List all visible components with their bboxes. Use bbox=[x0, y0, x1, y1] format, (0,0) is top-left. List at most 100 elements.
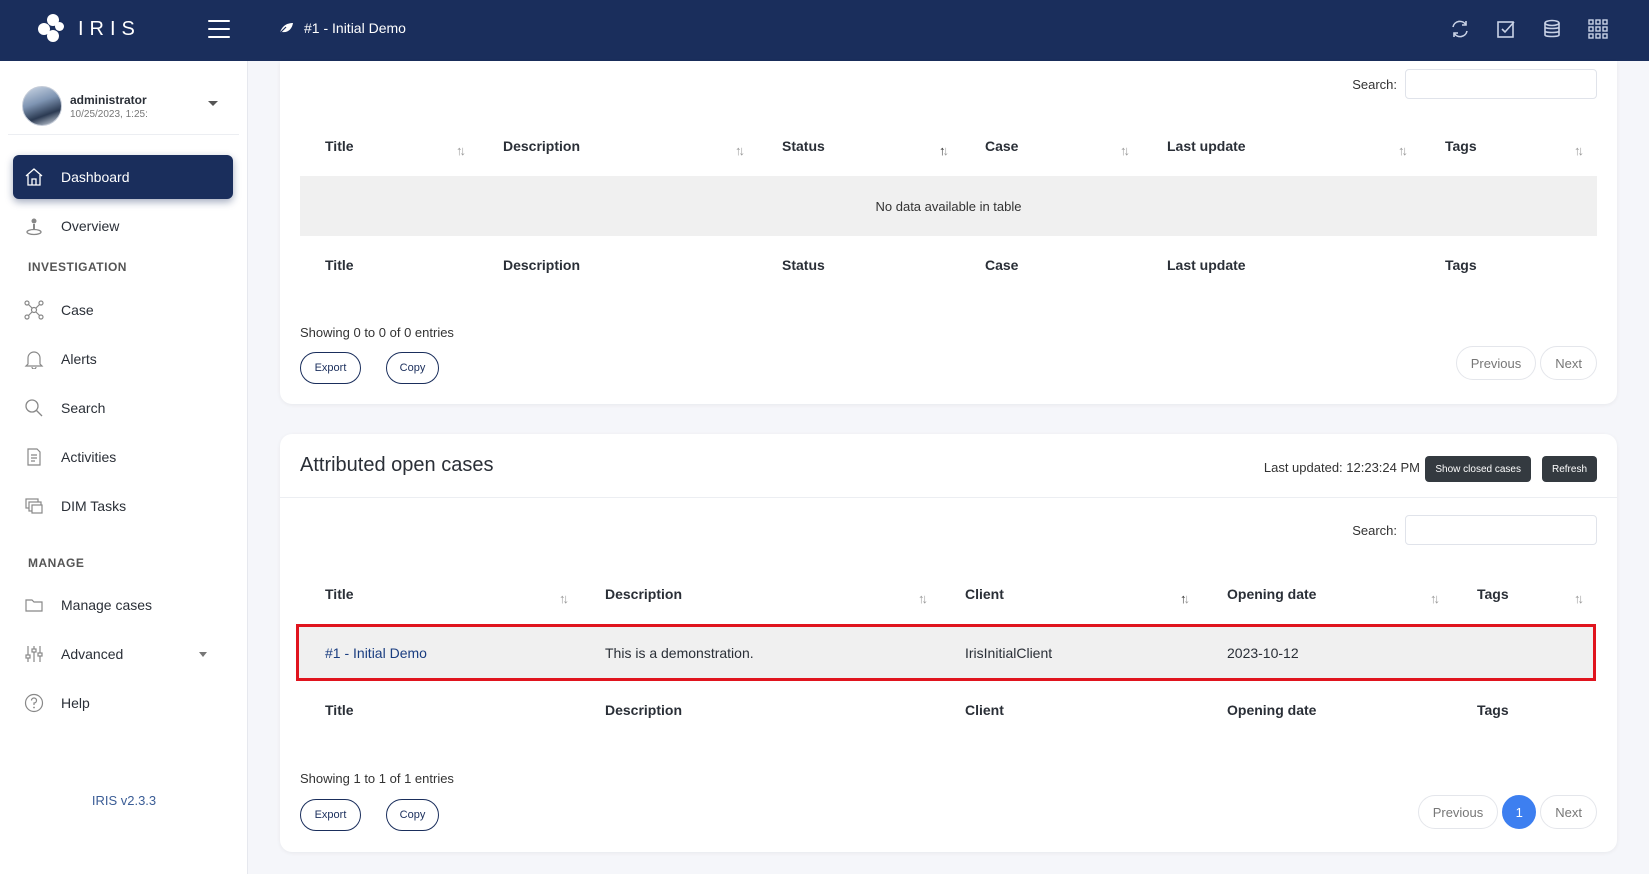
section-manage: MANAGE bbox=[28, 556, 85, 570]
open-cases-card: Attributed open cases Last updated: 12:2… bbox=[280, 434, 1617, 852]
column-footer-last-update: Last update bbox=[1167, 257, 1246, 273]
search-label: Search: bbox=[1352, 76, 1397, 92]
sidebar-item-manage-cases[interactable]: Manage cases bbox=[13, 583, 233, 627]
stack-icon bbox=[23, 495, 45, 517]
column-footer-tags: Tags bbox=[1477, 702, 1509, 718]
sidebar-item-label: Dashboard bbox=[61, 169, 130, 185]
copy-button[interactable]: Copy bbox=[386, 799, 439, 831]
column-header-last-update[interactable]: Last update bbox=[1167, 138, 1246, 154]
table-row[interactable] bbox=[296, 624, 1596, 681]
top-navbar: IRIS #1 - Initial Demo bbox=[0, 0, 1649, 61]
column-header-tags[interactable]: Tags bbox=[1445, 138, 1477, 154]
iris-logo[interactable]: IRIS bbox=[38, 14, 141, 44]
sidebar-item-label: DIM Tasks bbox=[61, 498, 127, 514]
logo-text: IRIS bbox=[78, 17, 141, 40]
case-description: This is a demonstration. bbox=[605, 645, 754, 661]
column-footer-description: Description bbox=[605, 702, 683, 718]
export-button[interactable]: Export bbox=[300, 799, 361, 831]
column-footer-case: Case bbox=[985, 257, 1019, 273]
sidebar-item-activities[interactable]: Activities bbox=[13, 435, 233, 479]
sidebar-item-case[interactable]: Case bbox=[13, 288, 233, 332]
sort-icon[interactable]: ↑↓ bbox=[456, 143, 466, 158]
sidebar-item-label: Overview bbox=[61, 218, 120, 234]
copy-button[interactable]: Copy bbox=[386, 352, 439, 384]
column-footer-title: Title bbox=[325, 702, 354, 718]
sort-icon[interactable]: ↑↓ bbox=[1574, 591, 1584, 606]
previous-page-button[interactable]: Previous bbox=[1455, 346, 1537, 380]
case-title-link[interactable]: #1 - Initial Demo bbox=[325, 645, 427, 661]
refresh-button[interactable]: Refresh bbox=[1541, 456, 1597, 482]
column-footer-client: Client bbox=[965, 702, 1004, 718]
search-input[interactable] bbox=[1405, 515, 1597, 545]
sidebar-item-label: Help bbox=[61, 695, 90, 711]
sidebar-item-label: Advanced bbox=[61, 646, 124, 662]
column-header-client[interactable]: Client bbox=[965, 586, 1004, 602]
search-input[interactable] bbox=[1405, 69, 1597, 99]
column-header-case[interactable]: Case bbox=[985, 138, 1018, 154]
column-header-opening-date[interactable]: Opening date bbox=[1227, 586, 1316, 602]
network-icon bbox=[23, 299, 45, 321]
next-page-button[interactable]: Next bbox=[1540, 795, 1597, 829]
previous-page-button[interactable]: Previous bbox=[1417, 795, 1499, 829]
apps-grid-icon[interactable] bbox=[1587, 18, 1609, 40]
sidebar-item-alerts[interactable]: Alerts bbox=[13, 337, 233, 381]
pagination: Previous 1 Next bbox=[1417, 795, 1597, 829]
sort-icon[interactable]: ↑↓ bbox=[559, 591, 569, 606]
last-updated-text: Last updated: 12:23:24 PM bbox=[1263, 460, 1420, 475]
sort-icon[interactable]: ↑↓ bbox=[1120, 143, 1130, 158]
page-1-button[interactable]: 1 bbox=[1502, 795, 1537, 829]
sidebar-item-search[interactable]: Search bbox=[13, 386, 233, 430]
menu-toggle-icon[interactable] bbox=[208, 20, 230, 38]
case-opening-date: 2023-10-12 bbox=[1227, 645, 1299, 661]
user-datetime: 10/25/2023, 1:25: bbox=[70, 108, 148, 120]
bell-icon bbox=[23, 348, 45, 370]
sidebar-item-dashboard[interactable]: Dashboard bbox=[13, 155, 233, 199]
logo-icon bbox=[38, 14, 68, 44]
sort-icon[interactable]: ↑↓ bbox=[1574, 143, 1584, 158]
sidebar-item-dim-tasks[interactable]: DIM Tasks bbox=[13, 484, 233, 528]
export-button[interactable]: Export bbox=[300, 352, 361, 384]
show-closed-cases-button[interactable]: Show closed cases bbox=[1425, 456, 1531, 482]
column-footer-opening-date: Opening date bbox=[1227, 702, 1317, 718]
sort-icon[interactable]: ↑↓ bbox=[918, 591, 928, 606]
refresh-icon[interactable] bbox=[1449, 18, 1471, 40]
help-icon bbox=[23, 692, 45, 714]
avatar bbox=[22, 86, 62, 126]
sort-icon[interactable]: ↑↓ bbox=[1430, 591, 1440, 606]
checkbox-icon[interactable] bbox=[1495, 18, 1517, 40]
column-footer-tags: Tags bbox=[1445, 257, 1477, 273]
column-header-title[interactable]: Title bbox=[325, 138, 354, 154]
user-name: administrator bbox=[70, 92, 147, 107]
column-footer-title: Title bbox=[325, 257, 354, 273]
sort-icon[interactable]: ↑↓ bbox=[735, 143, 745, 158]
column-header-description[interactable]: Description bbox=[605, 586, 682, 602]
tasks-card: Search: Title ↑↓ Description ↑↓ Status ↑… bbox=[280, 61, 1617, 404]
sort-asc-icon[interactable]: ↑↓ bbox=[1180, 591, 1190, 606]
chevron-down-icon[interactable] bbox=[208, 101, 218, 106]
document-icon bbox=[23, 446, 45, 468]
next-page-button[interactable]: Next bbox=[1540, 346, 1597, 380]
table-info: Showing 0 to 0 of 0 entries bbox=[300, 325, 454, 340]
table1-search: Search: bbox=[1352, 69, 1597, 99]
pin-icon bbox=[23, 215, 45, 237]
column-header-status[interactable]: Status bbox=[782, 138, 825, 154]
sidebar-item-overview[interactable]: Overview bbox=[13, 204, 233, 248]
sort-asc-icon[interactable]: ↑↓ bbox=[939, 143, 949, 158]
chevron-down-icon bbox=[199, 652, 207, 657]
app-version[interactable]: IRIS v2.3.3 bbox=[0, 793, 248, 808]
sidebar-item-label: Case bbox=[61, 302, 94, 318]
sort-icon[interactable]: ↑↓ bbox=[1398, 143, 1408, 158]
card-title: Attributed open cases bbox=[300, 454, 494, 476]
column-header-tags[interactable]: Tags bbox=[1477, 586, 1509, 602]
database-icon[interactable] bbox=[1541, 18, 1563, 40]
breadcrumb-case[interactable]: #1 - Initial Demo bbox=[304, 20, 406, 36]
sidebar-item-advanced[interactable]: Advanced bbox=[13, 632, 233, 676]
table-info: Showing 1 to 1 of 1 entries bbox=[300, 771, 454, 786]
user-panel[interactable]: administrator 10/25/2023, 1:25: bbox=[22, 81, 240, 131]
sidebar-item-help[interactable]: Help bbox=[13, 681, 233, 725]
column-header-title[interactable]: Title bbox=[325, 586, 354, 602]
sidebar-item-label: Activities bbox=[61, 449, 117, 465]
leaf-icon bbox=[278, 23, 293, 35]
column-header-description[interactable]: Description bbox=[503, 138, 580, 154]
breadcrumb: #1 - Initial Demo bbox=[278, 20, 406, 36]
